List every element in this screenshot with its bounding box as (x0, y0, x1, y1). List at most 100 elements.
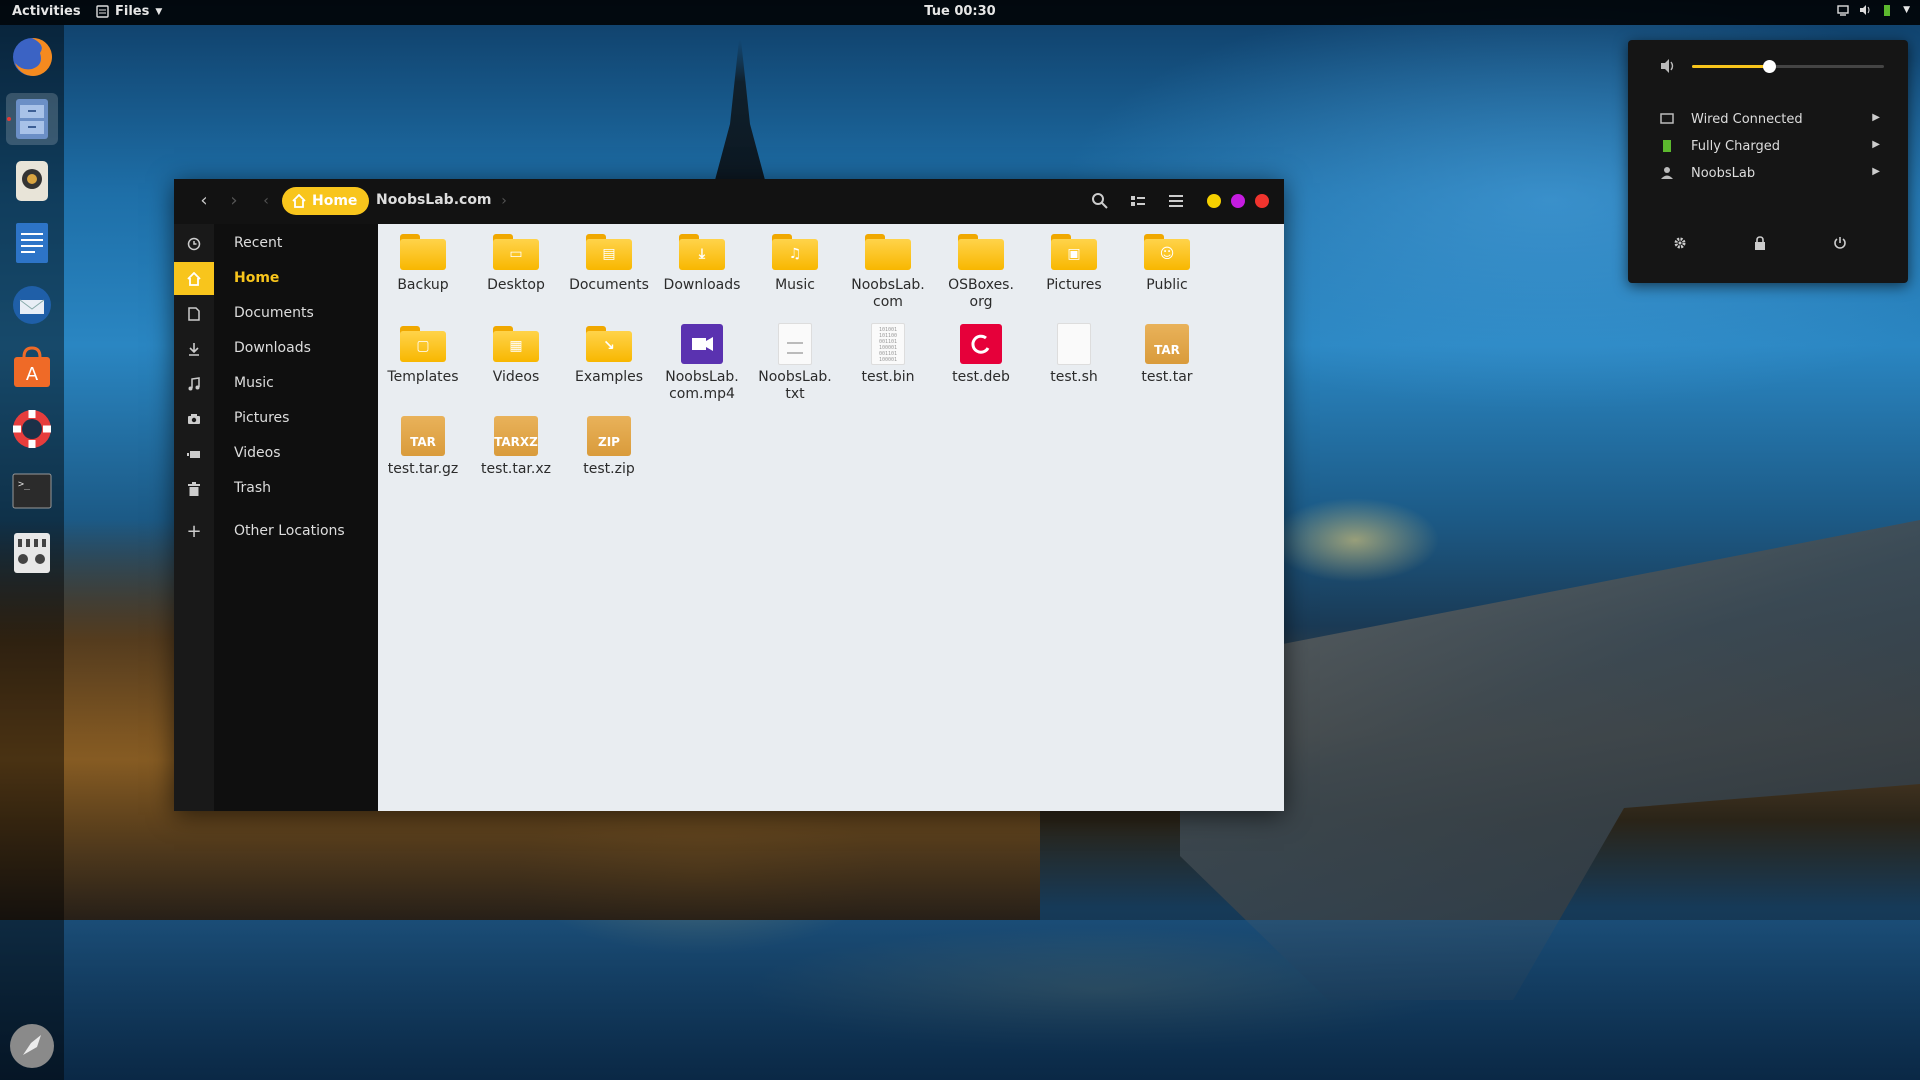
file-item-osboxes-org[interactable]: OSBoxes. org (936, 231, 1026, 311)
power-button[interactable] (1827, 230, 1853, 256)
back-button[interactable]: ‹ (194, 191, 214, 211)
thunderbird-icon (13, 286, 51, 324)
app-menu-button[interactable]: Files ▼ (96, 4, 162, 19)
folder-icon (865, 231, 911, 273)
dock-show-apps[interactable] (6, 1020, 58, 1072)
sidebar-item-pictures[interactable]: Pictures (174, 402, 378, 435)
menu-item-user[interactable]: NoobsLab ▶ (1628, 161, 1908, 187)
file-item-documents[interactable]: ▤ Documents (564, 231, 654, 294)
lock-button[interactable] (1747, 230, 1773, 256)
sidebar-item-videos[interactable]: Videos (174, 437, 378, 470)
clock[interactable]: Tue 00:30 (924, 4, 995, 19)
sidebar-item-music[interactable]: Music (174, 367, 378, 400)
dock: A >_ (0, 25, 64, 1080)
search-icon[interactable] (1091, 192, 1109, 210)
file-item-noobslab-com-mp4[interactable]: NoobsLab. com.mp4 (657, 323, 747, 403)
file-item-test-sh[interactable]: test.sh (1029, 323, 1119, 386)
file-name: Downloads (663, 277, 741, 293)
sidebar-item-trash[interactable]: Trash (174, 472, 378, 505)
file-item-test-tar-xz[interactable]: TARXZ test.tar.xz (471, 415, 561, 478)
network-icon (1660, 113, 1674, 124)
path-scroll-right-button[interactable]: › (494, 191, 514, 211)
volume-slider[interactable] (1692, 60, 1884, 73)
menu-item-battery[interactable]: Fully Charged ▶ (1628, 134, 1908, 160)
file-name: test.tar.xz (481, 461, 551, 477)
video-file-icon (679, 323, 725, 365)
shopping-bag-icon: A (14, 346, 50, 387)
file-cabinet-icon (16, 99, 48, 139)
settings-button[interactable] (1667, 230, 1693, 256)
dock-software[interactable]: A (6, 341, 58, 393)
home-icon (292, 194, 306, 208)
script-file-icon (1051, 323, 1097, 365)
breadcrumb-noobslab[interactable]: NoobsLab.com (376, 192, 492, 208)
file-item-videos[interactable]: ▦ Videos (471, 323, 561, 386)
folder-icon (958, 231, 1004, 273)
path-scroll-left-button[interactable]: ‹ (256, 191, 276, 211)
file-item-desktop[interactable]: ▭ Desktop (471, 231, 561, 294)
dock-settings[interactable] (6, 527, 58, 579)
folder-icon (400, 231, 446, 273)
menu-item-network[interactable]: Wired Connected ▶ (1628, 107, 1908, 133)
breadcrumb-home[interactable]: Home (282, 187, 370, 215)
music-icon (188, 376, 200, 390)
sidebar-item-other-locations[interactable]: + Other Locations (174, 515, 378, 548)
file-item-test-zip[interactable]: ZIP test.zip (564, 415, 654, 478)
view-options-icon[interactable] (1129, 192, 1147, 210)
file-item-public[interactable]: ☺ Public (1122, 231, 1212, 294)
minimize-button[interactable] (1207, 194, 1221, 208)
dock-thunderbird[interactable] (6, 279, 58, 331)
home-icon (187, 271, 201, 286)
top-bar: Activities Files ▼ Tue 00:30 ▼ (0, 0, 1920, 25)
activities-button[interactable]: Activities (12, 4, 81, 19)
file-item-pictures[interactable]: ▣ Pictures (1029, 231, 1119, 294)
power-icon (1834, 237, 1846, 249)
forward-button[interactable]: › (224, 191, 244, 211)
lifebuoy-icon (13, 410, 51, 448)
document-writer-icon (16, 223, 48, 263)
archive-icon: TARXZ (493, 415, 539, 457)
file-item-test-tar-gz[interactable]: TAR test.tar.gz (378, 415, 468, 478)
maximize-button[interactable] (1231, 194, 1245, 208)
dock-terminal[interactable]: >_ (6, 465, 58, 517)
file-name: OSBoxes. org (948, 277, 1014, 310)
sidebar-item-downloads[interactable]: Downloads (174, 332, 378, 365)
dock-rhythmbox[interactable] (6, 155, 58, 207)
file-name: Desktop (487, 277, 545, 293)
dock-firefox[interactable] (6, 31, 58, 83)
chevron-down-icon: ▼ (1903, 5, 1910, 15)
file-item-templates[interactable]: ▢ Templates (378, 323, 468, 386)
file-item-test-deb[interactable]: test.deb (936, 323, 1026, 386)
file-item-backup[interactable]: Backup (378, 231, 468, 294)
file-view[interactable]: Backup ▭ Desktop ▤ Documents ⤓ Downloads ♫ Music… (378, 224, 1284, 811)
file-item-test-bin[interactable]: 101001 101100 001101 100001 001101 100001 test… (843, 323, 933, 386)
file-name: Examples (574, 369, 644, 385)
file-item-noobslab-txt[interactable]: NoobsLab. txt (750, 323, 840, 403)
sidebar-item-home[interactable]: Home (174, 262, 378, 295)
sidebar-item-documents[interactable]: Documents (174, 297, 378, 330)
file-item-music[interactable]: ♫ Music (750, 231, 840, 294)
archive-icon: TAR (1144, 323, 1190, 365)
dock-files[interactable] (6, 93, 58, 145)
system-status-area[interactable]: ▼ (1837, 4, 1910, 16)
trash-icon (188, 481, 200, 496)
menu-icon[interactable] (1167, 192, 1185, 210)
sidebar-item-label: Pictures (234, 410, 290, 426)
file-name: test.zip (583, 461, 635, 477)
sidebar-item-label: Music (234, 375, 274, 391)
archive-icon: TAR (400, 415, 446, 457)
archive-icon: ZIP (586, 415, 632, 457)
file-item-test-tar[interactable]: TAR test.tar (1122, 323, 1212, 386)
sidebar-item-recent[interactable]: Recent (174, 227, 378, 260)
file-name: Documents (569, 277, 649, 293)
file-item-downloads[interactable]: ⤓ Downloads (657, 231, 747, 294)
dock-writer[interactable] (6, 217, 58, 269)
volume-slider-handle[interactable] (1762, 60, 1776, 73)
close-button[interactable] (1255, 194, 1269, 208)
file-item-noobslab-com[interactable]: NoobsLab. com (843, 231, 933, 311)
wallpaper-spire (715, 40, 765, 180)
dock-help[interactable] (6, 403, 58, 455)
rocket-launcher-icon (10, 1024, 54, 1068)
user-icon (1661, 167, 1673, 179)
file-item-examples[interactable]: ↘ Examples (564, 323, 654, 386)
